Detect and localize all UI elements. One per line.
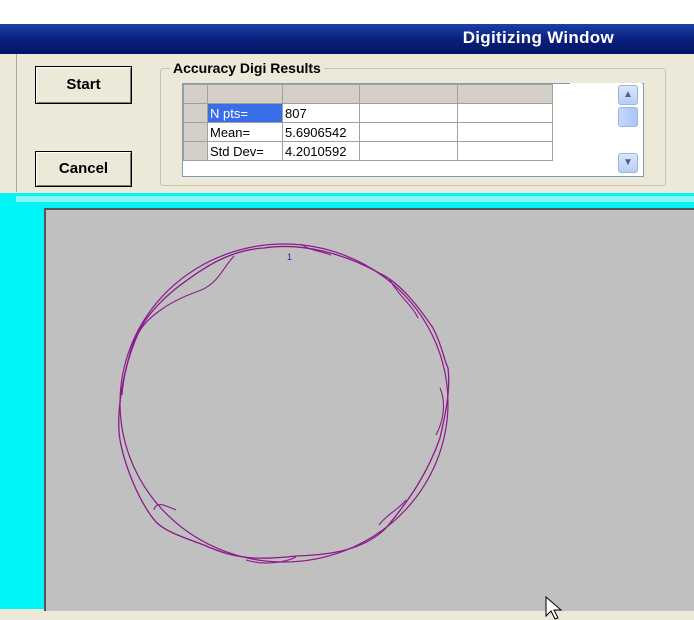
scroll-down-icon[interactable]: ▼ (618, 153, 638, 173)
grid-cell-label[interactable]: N pts= (207, 103, 283, 123)
cancel-button-label: Cancel (58, 160, 109, 177)
title-bar: Digitizing Window (0, 24, 694, 54)
cancel-button[interactable]: Cancel (35, 151, 132, 187)
mouse-cursor-icon (545, 596, 563, 620)
scroll-thumb[interactable] (618, 107, 638, 127)
table-row[interactable]: Mean= 5.6906542 (183, 122, 553, 142)
grid-cell-label[interactable]: Mean= (207, 122, 283, 142)
top-strip (0, 0, 694, 24)
start-button[interactable]: Start (35, 66, 132, 104)
results-scrollbar[interactable]: ▲ ▼ (570, 83, 642, 175)
grid-cell-label[interactable]: Std Dev= (207, 141, 283, 161)
window-title: Digitizing Window (462, 28, 614, 47)
drawing-frame-rim (16, 196, 694, 202)
grid-cell-value[interactable]: 4.2010592 (282, 141, 360, 161)
reference-circle (119, 243, 449, 563)
scroll-up-icon[interactable]: ▲ (618, 85, 638, 105)
grid-header-row (183, 84, 553, 104)
digitized-trace-wobble (121, 243, 445, 564)
digitizing-canvas[interactable]: 1 (44, 208, 694, 620)
results-group-label: Accuracy Digi Results (170, 60, 324, 76)
left-panel-edge (0, 54, 17, 192)
grid-cell-value[interactable]: 5.6906542 (282, 122, 360, 142)
table-row[interactable]: Std Dev= 4.2010592 (183, 141, 553, 161)
grid-cell-value[interactable]: 807 (282, 103, 360, 123)
start-button-label: Start (66, 76, 101, 93)
point-number-label: 1 (287, 252, 292, 262)
table-row[interactable]: N pts= 807 (183, 103, 553, 123)
